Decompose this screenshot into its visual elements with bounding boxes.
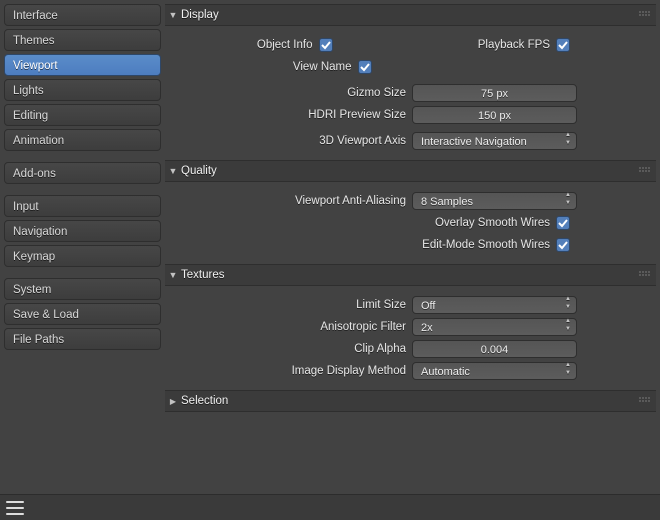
sidebar-item-lights[interactable]: Lights xyxy=(4,79,161,101)
label-editmode-smooth-wires: Edit-Mode Smooth Wires xyxy=(422,239,550,251)
sidebar-item-system[interactable]: System xyxy=(4,278,161,300)
checkbox-playback-fps[interactable] xyxy=(556,38,570,52)
select-value: Automatic xyxy=(421,366,470,378)
label-hdri-preview-size: HDRI Preview Size xyxy=(173,109,406,121)
checkbox-object-info[interactable] xyxy=(319,38,333,52)
sidebar-item-animation[interactable]: Animation xyxy=(4,129,161,151)
chevron-updown-icon xyxy=(563,362,573,376)
collapse-icon xyxy=(167,166,179,176)
sidebar-item-navigation[interactable]: Navigation xyxy=(4,220,161,242)
panel-header-quality[interactable]: Quality xyxy=(165,160,656,182)
drag-grip-icon[interactable] xyxy=(639,271,651,279)
checkbox-editmode-smooth-wires[interactable] xyxy=(556,238,570,252)
collapse-icon xyxy=(167,270,179,280)
preferences-sidebar: Interface Themes Viewport Lights Editing Anim… xyxy=(0,0,165,520)
collapse-icon xyxy=(167,396,179,406)
drag-grip-icon[interactable] xyxy=(639,167,651,175)
chevron-updown-icon xyxy=(563,296,573,310)
label-object-info: Object Info xyxy=(257,39,313,51)
select-viewport-aa[interactable]: 8 Samples xyxy=(412,192,577,210)
label-image-display-method: Image Display Method xyxy=(173,365,406,377)
panel-header-selection[interactable]: Selection xyxy=(165,390,656,412)
label-limit-size: Limit Size xyxy=(173,299,406,311)
panel-title: Selection xyxy=(179,395,228,407)
panel-title: Quality xyxy=(179,165,217,177)
chevron-updown-icon xyxy=(563,192,573,206)
select-value: Off xyxy=(421,300,435,312)
panel-quality: Quality Viewport Anti-Aliasing 8 Samples xyxy=(165,160,656,264)
label-view-name: View Name xyxy=(293,61,352,73)
input-clip-alpha[interactable]: 0.004 xyxy=(412,340,577,358)
sidebar-item-interface[interactable]: Interface xyxy=(4,4,161,26)
select-limit-size[interactable]: Off xyxy=(412,296,577,314)
sidebar-item-add-ons[interactable]: Add-ons xyxy=(4,162,161,184)
select-value: Interactive Navigation xyxy=(421,136,527,148)
input-gizmo-size[interactable]: 75 px xyxy=(412,84,577,102)
select-image-display-method[interactable]: Automatic xyxy=(412,362,577,380)
sidebar-item-editing[interactable]: Editing xyxy=(4,104,161,126)
drag-grip-icon[interactable] xyxy=(639,397,651,405)
label-anisotropic-filter: Anisotropic Filter xyxy=(173,321,406,333)
chevron-updown-icon xyxy=(563,132,573,146)
select-value: 8 Samples xyxy=(421,196,473,208)
sidebar-item-keymap[interactable]: Keymap xyxy=(4,245,161,267)
panel-title: Display xyxy=(179,9,219,21)
panel-selection: Selection xyxy=(165,390,656,412)
panel-textures: Textures Limit Size Off Anisotropic Filt… xyxy=(165,264,656,390)
select-value: 2x xyxy=(421,322,433,334)
panel-header-textures[interactable]: Textures xyxy=(165,264,656,286)
drag-grip-icon[interactable] xyxy=(639,11,651,19)
select-anisotropic-filter[interactable]: 2x xyxy=(412,318,577,336)
input-hdri-preview-size[interactable]: 150 px xyxy=(412,106,577,124)
sidebar-item-save-load[interactable]: Save & Load xyxy=(4,303,161,325)
label-overlay-smooth-wires: Overlay Smooth Wires xyxy=(435,217,550,229)
panel-header-display[interactable]: Display xyxy=(165,4,656,26)
chevron-updown-icon xyxy=(563,318,573,332)
panel-display: Display Object Info Playback FPS xyxy=(165,4,656,160)
label-3d-viewport-axis: 3D Viewport Axis xyxy=(173,135,406,147)
sidebar-item-themes[interactable]: Themes xyxy=(4,29,161,51)
collapse-icon xyxy=(167,10,179,20)
panel-title: Textures xyxy=(179,269,224,281)
label-playback-fps: Playback FPS xyxy=(478,39,550,51)
label-clip-alpha: Clip Alpha xyxy=(173,343,406,355)
checkbox-overlay-smooth-wires[interactable] xyxy=(556,216,570,230)
hamburger-menu-icon[interactable] xyxy=(6,501,24,515)
select-3d-viewport-axis[interactable]: Interactive Navigation xyxy=(412,132,577,150)
preferences-content: Display Object Info Playback FPS xyxy=(165,0,660,520)
label-gizmo-size: Gizmo Size xyxy=(173,87,406,99)
footer-bar xyxy=(0,494,660,520)
sidebar-item-viewport[interactable]: Viewport xyxy=(4,54,161,76)
checkbox-view-name[interactable] xyxy=(358,60,372,74)
label-viewport-aa: Viewport Anti-Aliasing xyxy=(173,195,406,207)
sidebar-item-input[interactable]: Input xyxy=(4,195,161,217)
sidebar-item-file-paths[interactable]: File Paths xyxy=(4,328,161,350)
